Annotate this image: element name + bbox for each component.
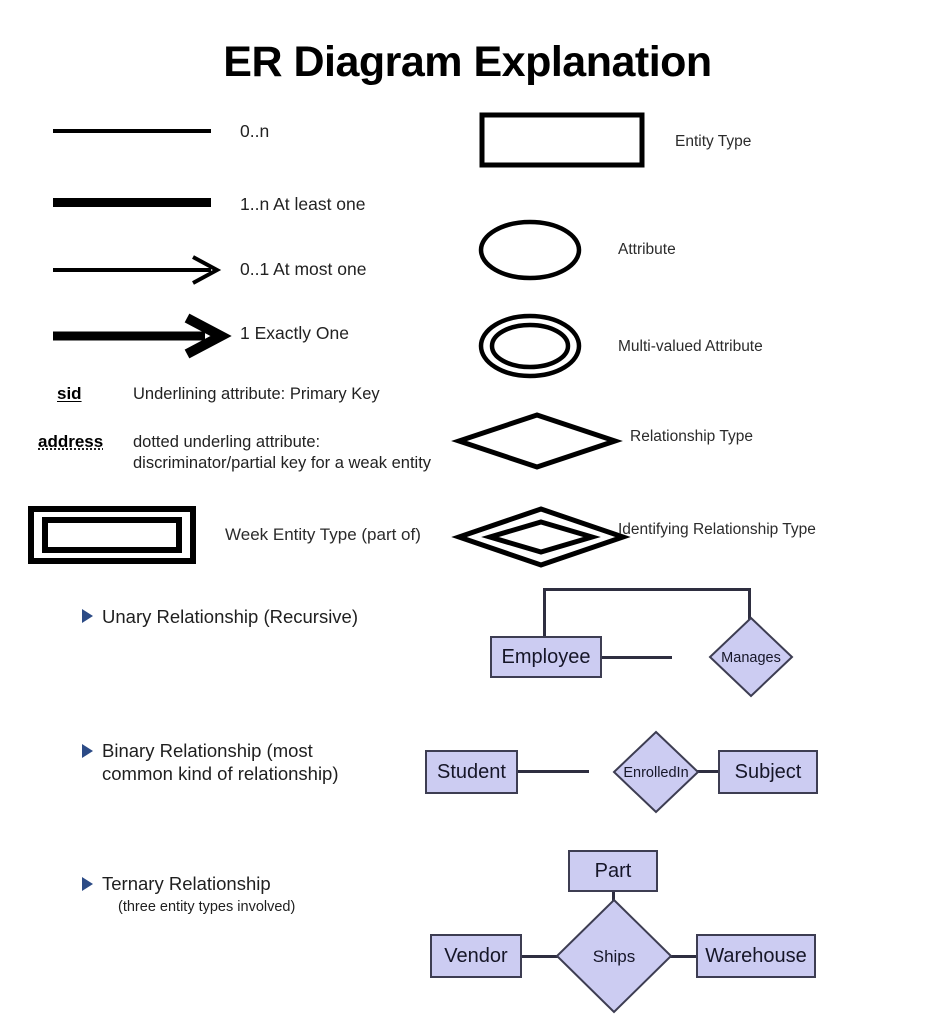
bullet-unary-label: Unary Relationship (Recursive) [102,606,359,627]
relationship-ships: Ships [555,898,673,1014]
binary-left-connector-line [517,770,589,773]
ternary-relationship-diagram: Part Ships Vendor Warehouse [420,840,830,1020]
entity-part: Part [568,850,658,892]
entity-warehouse: Warehouse [696,934,816,978]
primary-key-term: sid [57,384,82,403]
page-title: ER Diagram Explanation [223,38,712,86]
weak-entity-symbol [28,505,198,565]
partial-key-term: address [38,432,104,451]
relationship-enrolledin: EnrolledIn [580,730,732,816]
bullet-binary-label: Binary Relationship (most common kind of… [102,740,339,785]
bullet-ternary-icon [82,877,93,891]
primary-key-description: Underlining attribute: Primary Key [133,385,380,403]
relationship-manages-label: Manages [721,650,781,666]
thin-arrow-symbol [45,250,235,285]
cardinality-label-1n: 1..n At least one [240,194,366,214]
binary-relationship-diagram: Student EnrolledIn Subject [425,730,825,820]
attribute-symbol [476,216,588,286]
entity-type-symbol [478,111,650,171]
thick-arrow-symbol [45,310,235,359]
entity-type-label: Entity Type [675,133,752,150]
weak-entity-label: Week Entity Type (part of) [225,525,421,544]
unary-loop-left-line [543,588,546,638]
plain-line-symbol [53,129,211,133]
cardinality-label-exactly-one: 1 Exactly One [240,323,349,343]
entity-subject: Subject [718,750,818,794]
bullet-unary-icon [82,609,93,623]
identifying-relationship-type-label: Identifying Relationship Type [618,521,816,538]
attribute-label: Attribute [618,241,676,258]
unary-relationship-diagram: Employee Manages [470,578,794,698]
bullet-ternary-sublabel: (three entity types involved) [118,899,296,915]
partial-key-description: dotted underling attribute: discriminato… [133,433,432,473]
relationship-ships-label: Ships [592,947,636,966]
cardinality-label-0n: 0..n [240,121,270,141]
cardinality-label-01: 0..1 At most one [240,259,367,279]
relationship-type-symbol [451,410,623,472]
bullet-ternary-label: Ternary Relationship [102,873,271,894]
entity-vendor: Vendor [430,934,522,978]
relationship-type-label: Relationship Type [630,428,753,445]
relationship-enrolledin-label: EnrolledIn [623,765,689,781]
entity-student: Student [425,750,518,794]
thick-line-symbol [53,198,211,207]
unary-loop-top-line [543,588,751,591]
unary-connector-line [600,656,672,659]
bullet-binary-icon [82,744,93,758]
er-diagram-explanation-page: ER Diagram Explanation 0..n 1..n At leas… [0,0,935,1028]
identifying-relationship-type-symbol [451,504,631,570]
multi-valued-attribute-label: Multi-valued Attribute [618,338,763,355]
entity-employee: Employee [490,636,602,678]
multi-valued-attribute-symbol [476,311,588,383]
relationship-manages: Manages [668,616,834,700]
